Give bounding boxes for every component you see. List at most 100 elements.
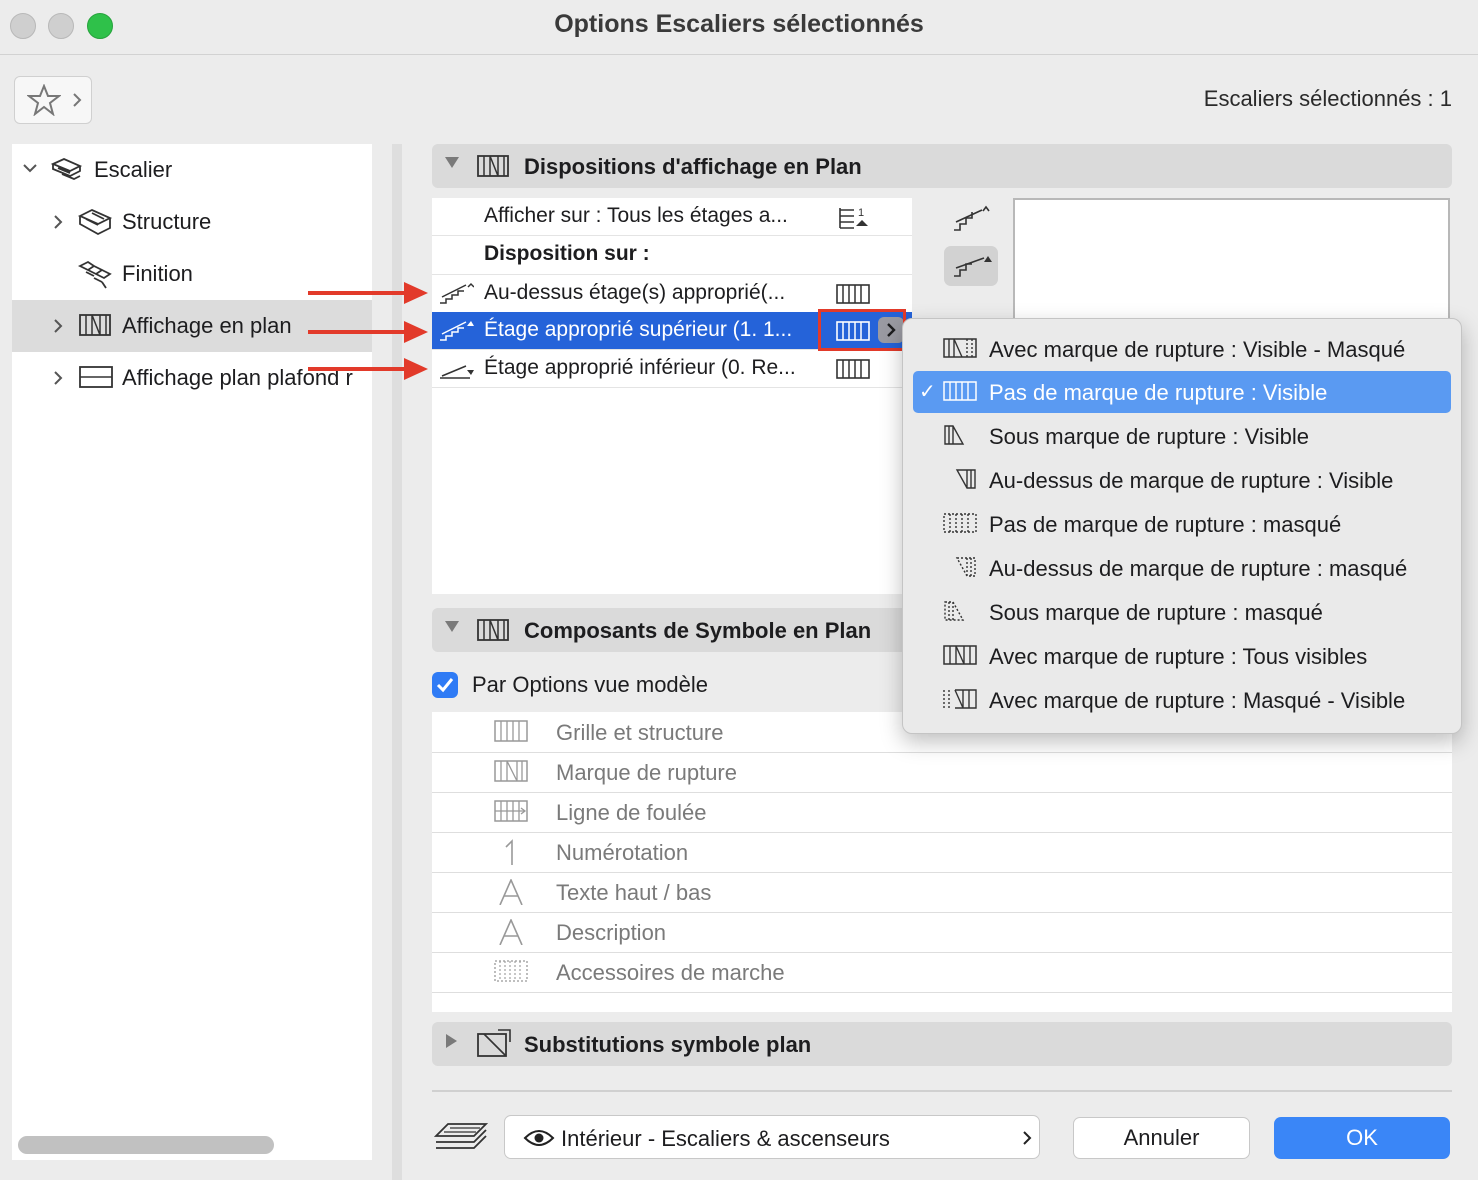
- star-icon: [27, 84, 61, 116]
- tree-item-label: Affichage en plan: [122, 313, 292, 338]
- ok-button[interactable]: OK: [1274, 1117, 1450, 1159]
- chevron-right-icon[interactable]: [52, 318, 64, 334]
- description-icon: [499, 919, 523, 945]
- model-view-checkbox[interactable]: [432, 672, 458, 698]
- menu-item-label: Avec marque de rupture : Visible - Masqu…: [989, 337, 1406, 362]
- finish-icon: [77, 260, 112, 289]
- disclosure-right-icon[interactable]: [444, 1033, 458, 1049]
- menu-item-below-break-visible[interactable]: Sous marque de rupture : Visible: [913, 415, 1451, 457]
- chevron-right-icon: [1023, 1131, 1032, 1145]
- floor-plan-display-icon: [477, 155, 509, 177]
- section-header-display[interactable]: Dispositions d'affichage en Plan: [432, 144, 1452, 188]
- eye-icon: [523, 1130, 555, 1146]
- break-visible-hidden-icon: [943, 338, 977, 358]
- menu-item-label: Pas de marque de rupture : masqué: [989, 512, 1342, 537]
- no-break-visible-icon: [943, 381, 977, 401]
- section-header-substitutions[interactable]: Substitutions symbole plan: [432, 1022, 1452, 1066]
- component-label: Ligne de foulée: [556, 800, 707, 825]
- chevron-down-icon[interactable]: [22, 162, 38, 174]
- component-row: Accessoires de marche: [432, 952, 1452, 993]
- break-all-visible-icon: [943, 645, 977, 665]
- chevron-right-icon[interactable]: [52, 214, 64, 230]
- window-title: Options Escaliers sélectionnés: [554, 10, 924, 38]
- disposition-header-row: Disposition sur :: [432, 236, 912, 273]
- annotation-highlight-box: [818, 309, 906, 351]
- layers-icon: [434, 1123, 488, 1149]
- annotation-arrow-icon: [308, 321, 428, 343]
- all-stories-icon: 1: [839, 207, 868, 229]
- annotation-arrow-icon: [308, 282, 428, 304]
- menu-item-above-break-hidden[interactable]: Au-dessus de marque de rupture : masqué: [913, 547, 1451, 589]
- structure-icon: [77, 209, 113, 236]
- show-on-label: Afficher sur : Tous les étages a...: [484, 204, 788, 227]
- disposition-row-above[interactable]: Au-dessus étage(s) approprié(...: [432, 274, 912, 313]
- menu-item-no-break-visible[interactable]: ✓ Pas de marque de rupture : Visible: [913, 371, 1451, 413]
- break-mark-icon: [494, 760, 528, 782]
- stair-upper-icon: [440, 321, 474, 341]
- menu-item-label: Sous marque de rupture : masqué: [989, 600, 1323, 625]
- menu-item-break-all-visible[interactable]: Avec marque de rupture : Tous visibles: [913, 635, 1451, 677]
- disclosure-down-icon[interactable]: [444, 619, 460, 633]
- tree-item-escalier[interactable]: Escalier: [12, 144, 372, 196]
- components-list: Grille et structure Marque de rupture Li…: [432, 712, 1452, 1012]
- menu-item-below-break-hidden[interactable]: Sous marque de rupture : masqué: [913, 591, 1451, 633]
- component-label: Grille et structure: [556, 720, 724, 745]
- show-on-row[interactable]: Afficher sur : Tous les étages a... 1: [432, 198, 912, 236]
- tree-horizontal-scrollbar[interactable]: [18, 1136, 274, 1154]
- disposition-row-lower[interactable]: Étage approprié inférieur (0. Re...: [432, 350, 912, 388]
- model-view-checkbox-label[interactable]: Par Options vue modèle: [472, 672, 708, 698]
- no-break-mark-visible-icon: [836, 284, 870, 304]
- menu-item-label: Avec marque de rupture : Tous visibles: [989, 644, 1368, 669]
- menu-item-break-visible-hidden[interactable]: Avec marque de rupture : Visible - Masqu…: [913, 328, 1451, 370]
- stair-lower-icon: [440, 365, 474, 379]
- menu-item-label: Avec marque de rupture : Masqué - Visibl…: [989, 688, 1406, 713]
- menu-item-label: Pas de marque de rupture : Visible: [989, 380, 1328, 405]
- preview-panel: [1013, 198, 1450, 318]
- menu-item-label: Sous marque de rupture : Visible: [989, 424, 1309, 449]
- grid-structure-icon: [494, 720, 528, 742]
- cancel-button[interactable]: Annuler: [1073, 1117, 1250, 1159]
- disclosure-down-icon[interactable]: [444, 155, 460, 169]
- checkmark-icon: [436, 678, 454, 693]
- floor-plan-display-icon: [477, 619, 509, 641]
- floor-plan-display-icon: [79, 314, 111, 336]
- model-view-options-button[interactable]: Intérieur - Escaliers & ascenseurs: [504, 1115, 1040, 1159]
- component-label: Marque de rupture: [556, 760, 737, 785]
- disposition-label: Étage approprié supérieur (1. 1...: [484, 318, 793, 341]
- checkmark-icon: ✓: [919, 381, 936, 403]
- tree-item-label: Finition: [122, 261, 193, 286]
- component-row: Numérotation: [432, 832, 1452, 873]
- no-break-mark-visible-icon: [836, 359, 870, 379]
- component-row: Texte haut / bas: [432, 872, 1452, 913]
- model-view-label: Intérieur - Escaliers & ascenseurs: [561, 1126, 890, 1151]
- component-label: Numérotation: [556, 840, 689, 865]
- walking-line-icon: [494, 800, 528, 822]
- section-title: Dispositions d'affichage en Plan: [524, 154, 862, 179]
- stair-above-view-icon[interactable]: [950, 204, 990, 234]
- component-row: Ligne de foulée: [432, 792, 1452, 833]
- menu-item-break-hidden-visible[interactable]: Avec marque de rupture : Masqué - Visibl…: [913, 679, 1451, 721]
- svg-text:1: 1: [858, 207, 864, 219]
- below-break-hidden-icon: [944, 601, 965, 621]
- tree-item-structure[interactable]: Structure: [12, 196, 372, 248]
- footer-divider: [432, 1090, 1452, 1092]
- no-break-hidden-icon: [943, 513, 977, 533]
- chevron-right-icon[interactable]: [52, 370, 64, 386]
- disposition-list: Afficher sur : Tous les étages a... 1 Di…: [432, 198, 912, 594]
- menu-item-no-break-hidden[interactable]: Pas de marque de rupture : masqué: [913, 503, 1451, 545]
- section-title: Substitutions symbole plan: [524, 1032, 812, 1057]
- component-label: Texte haut / bas: [556, 880, 712, 905]
- stair-above-icon: [440, 282, 474, 304]
- menu-item-label: Au-dessus de marque de rupture : Visible: [989, 468, 1394, 493]
- chevron-right-icon: [73, 93, 82, 107]
- ceiling-plan-icon: [79, 366, 113, 388]
- component-label: Description: [556, 920, 667, 945]
- tread-accessories-icon: [494, 960, 528, 982]
- stair-upper-view-button[interactable]: [944, 246, 998, 286]
- menu-item-above-break-visible[interactable]: Au-dessus de marque de rupture : Visible: [913, 459, 1451, 501]
- annotation-arrow-icon: [308, 358, 428, 380]
- above-break-visible-icon: [955, 469, 976, 489]
- disposition-label: Au-dessus étage(s) approprié(...: [484, 281, 786, 304]
- favorites-button[interactable]: [14, 76, 92, 124]
- numbering-icon: [505, 839, 513, 865]
